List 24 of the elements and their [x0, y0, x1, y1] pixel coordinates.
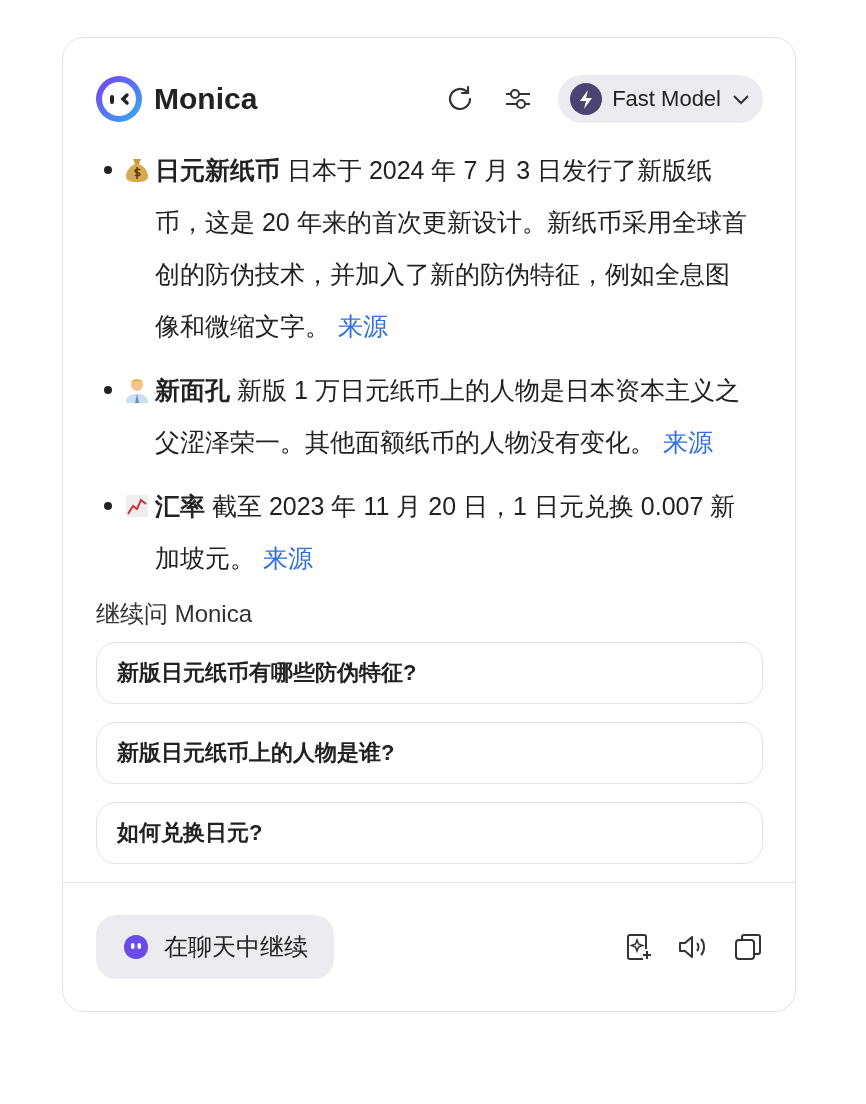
source-link[interactable]: 来源 — [663, 428, 713, 456]
bullet-dot — [104, 166, 112, 174]
lightning-icon — [570, 83, 603, 115]
continue-in-chat-button[interactable]: 在聊天中继续 — [96, 915, 334, 979]
logo-icon — [96, 76, 142, 122]
suggested-question[interactable]: 如何兑换日元? — [96, 802, 763, 864]
bullet-dot — [104, 386, 112, 394]
answer-paragraph: 汇率 截至 2023 年 11 月 20 日，1 日元兑换 0.007 新加坡元。 来源 — [155, 491, 737, 574]
copy-icon[interactable] — [733, 932, 763, 962]
bot-face-icon — [122, 933, 150, 961]
app-title: Monica — [154, 82, 259, 116]
image-sparkle-icon[interactable] — [625, 932, 653, 962]
suggested-question[interactable]: 新版日元纸币有哪些防伪特征? — [96, 642, 763, 704]
chart-icon — [125, 493, 149, 519]
answer-paragraph: 新面孔 新版 1 万日元纸币上的人物是日本资本主义之父涩泽荣一。其他面额纸币的人物没有变化。 来源 — [155, 375, 741, 458]
person-icon — [125, 377, 149, 403]
money-bag-icon — [125, 157, 149, 183]
bullet-dot — [104, 502, 112, 510]
source-link[interactable]: 来源 — [263, 544, 313, 572]
suggested-question[interactable]: 新版日元纸币上的人物是谁? — [96, 722, 763, 784]
model-selector[interactable]: Fast Model — [558, 75, 763, 123]
followup-heading: 继续问 Monica — [96, 599, 254, 629]
source-link[interactable]: 来源 — [338, 312, 388, 340]
answer-paragraph: 日元新纸币 日本于 2024 年 7 月 3 日发行了新版纸币，这是 20 年来的首次更新设计。新纸币采用全球首创的防伪技术，并加入了新的防伪特征，例如全息图像和微缩文字。 来源 — [155, 155, 748, 342]
